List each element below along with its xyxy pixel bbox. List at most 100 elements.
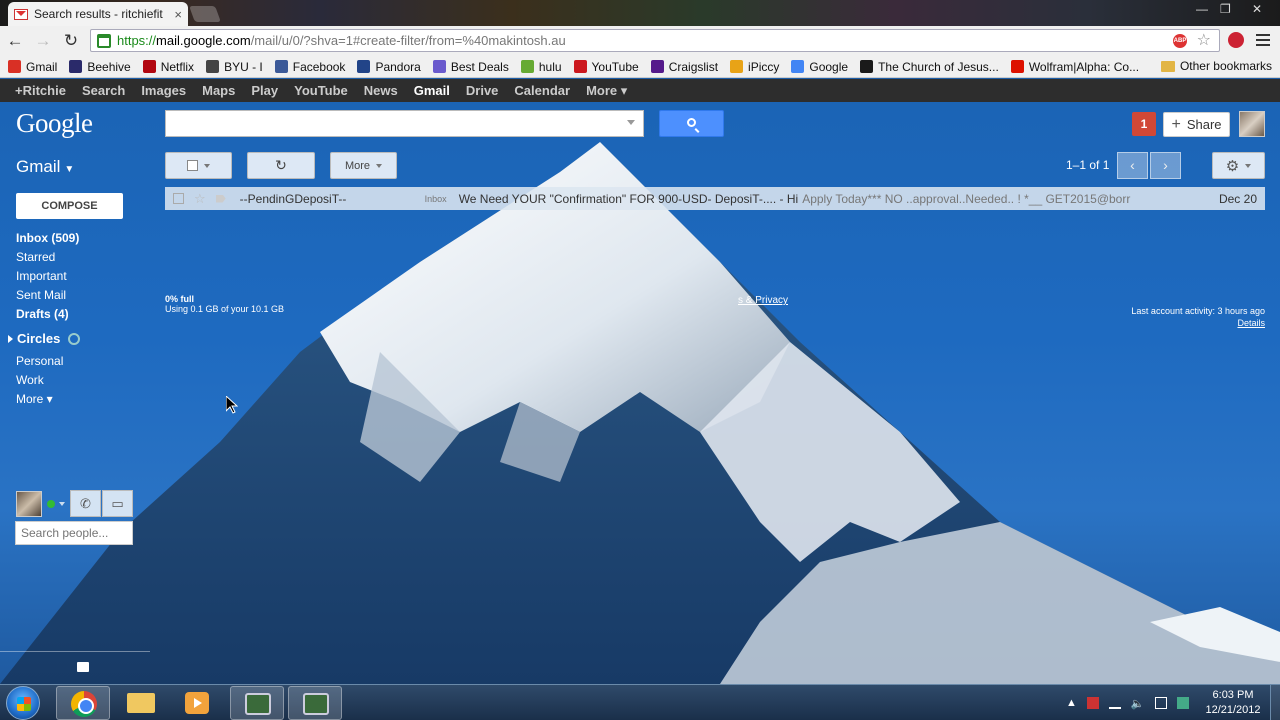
start-button[interactable] xyxy=(6,686,40,720)
circle-item[interactable]: Personal xyxy=(16,354,63,373)
other-bookmarks[interactable]: Other bookmarks xyxy=(1160,59,1272,73)
call-phone-button[interactable]: ✆ xyxy=(70,490,101,517)
volume-icon[interactable]: 🔈 xyxy=(1131,697,1145,710)
maximize-button[interactable]: ❐ xyxy=(1220,2,1231,16)
gbar-item[interactable]: News xyxy=(364,83,398,98)
google-logo[interactable]: Google xyxy=(16,108,93,139)
extension-icon[interactable] xyxy=(1228,32,1244,48)
bookmark-star-icon[interactable]: ☆ xyxy=(1197,30,1211,50)
more-button[interactable]: More xyxy=(330,152,397,179)
circle-item[interactable]: More ▾ xyxy=(16,392,63,411)
network-icon[interactable] xyxy=(1108,697,1121,709)
star-icon[interactable]: ☆ xyxy=(194,191,206,207)
browser-toolbar: ← → ↻ https:// mail.google.com /mail/u/0… xyxy=(0,26,1280,56)
gmail-menu[interactable]: Gmail ▼ xyxy=(16,157,74,177)
chat-avatar[interactable] xyxy=(16,491,42,517)
sidebar-item[interactable]: Starred xyxy=(16,250,79,269)
older-button[interactable]: ‹ xyxy=(1117,152,1148,179)
mail-search-input[interactable] xyxy=(166,111,643,136)
refresh-icon: ↻ xyxy=(275,157,287,173)
mail-label-tag[interactable]: Inbox xyxy=(425,194,447,204)
gbar-item[interactable]: +Ritchie xyxy=(15,83,66,98)
chat-bubble-icon: ▭ xyxy=(111,496,124,511)
sidebar-item[interactable]: Sent Mail xyxy=(16,288,79,307)
bookmark-item[interactable]: Craigslist xyxy=(650,60,718,74)
mail-sender: --PendinGDeposiT-- xyxy=(239,191,347,206)
privacy-link[interactable]: s & Privacy xyxy=(738,295,788,306)
gbar-item[interactable]: Search xyxy=(82,83,125,98)
gbar-item[interactable]: YouTube xyxy=(294,83,348,98)
video-chat-button[interactable]: ▭ xyxy=(102,490,133,517)
adblock-icon[interactable]: ABP xyxy=(1173,34,1187,48)
settings-button[interactable]: ⚙ xyxy=(1212,152,1265,179)
browser-tab[interactable]: Search results - ritchiefit × xyxy=(8,2,188,26)
reload-button[interactable]: ↻ xyxy=(58,28,84,54)
account-avatar[interactable] xyxy=(1239,111,1265,137)
status-caret-icon[interactable] xyxy=(59,502,65,506)
bookmark-item[interactable]: YouTube xyxy=(573,60,639,74)
media-player-icon xyxy=(185,692,209,714)
taskbar-app-1[interactable] xyxy=(230,686,284,720)
forward-button[interactable]: → xyxy=(30,28,56,54)
gbar-item[interactable]: Calendar xyxy=(514,83,570,98)
taskbar-app-2[interactable] xyxy=(288,686,342,720)
minimize-button[interactable]: — xyxy=(1196,2,1208,16)
mail-search-box[interactable] xyxy=(165,110,644,137)
tray-app-icon[interactable] xyxy=(1176,697,1189,709)
search-options-caret-icon[interactable] xyxy=(627,120,635,125)
bookmark-item[interactable]: Gmail xyxy=(8,60,57,74)
bookmark-item[interactable]: The Church of Jesus... xyxy=(860,60,999,74)
compose-button[interactable]: COMPOSE xyxy=(16,193,123,219)
gbar-item[interactable]: More ▾ xyxy=(586,83,627,99)
action-center-icon[interactable] xyxy=(1086,697,1099,709)
people-search-box[interactable] xyxy=(15,521,133,545)
gbar-item[interactable]: Play xyxy=(251,83,278,98)
close-window-button[interactable]: ✕ xyxy=(1252,2,1262,16)
taskbar-explorer[interactable] xyxy=(114,686,168,720)
sidebar-item[interactable]: Inbox (509) xyxy=(16,231,79,250)
bookmark-item[interactable]: Netflix xyxy=(142,59,195,74)
bookmark-item[interactable]: BYU - I xyxy=(206,60,263,74)
share-button[interactable]: + Share xyxy=(1163,112,1230,137)
details-link[interactable]: Details xyxy=(1131,318,1265,328)
tray-expand-icon[interactable]: ▲ xyxy=(1066,697,1077,709)
gbar-item[interactable]: Images xyxy=(141,83,186,98)
bookmark-item[interactable]: Google xyxy=(791,60,848,74)
chat-bubble-icon[interactable] xyxy=(77,662,89,672)
sidebar-item[interactable]: Drafts (4) xyxy=(16,307,79,326)
refresh-button[interactable]: ↻ xyxy=(247,152,315,179)
bookmark-item[interactable]: Pandora xyxy=(357,60,421,74)
chrome-menu-icon[interactable] xyxy=(1256,34,1270,46)
show-desktop-button[interactable] xyxy=(1270,685,1280,720)
power-icon[interactable] xyxy=(1154,697,1167,709)
mail-row[interactable]: ☆ --PendinGDeposiT-- Inbox We Need YOUR "Co… xyxy=(165,187,1265,210)
tab-close-icon[interactable]: × xyxy=(174,7,182,22)
newer-button[interactable]: › xyxy=(1150,152,1181,179)
bookmark-item[interactable]: hulu xyxy=(520,60,562,74)
row-checkbox[interactable] xyxy=(173,193,184,204)
taskbar-media-player[interactable] xyxy=(170,686,224,720)
new-tab-button[interactable] xyxy=(189,6,221,22)
bookmark-item[interactable]: Facebook xyxy=(274,60,345,74)
bookmark-label: Netflix xyxy=(160,59,195,74)
search-button[interactable] xyxy=(659,110,724,137)
sidebar-item[interactable]: Important xyxy=(16,269,79,288)
taskbar-chrome[interactable] xyxy=(56,686,110,720)
bookmark-item[interactable]: iPiccy xyxy=(730,60,779,74)
sidebar-item-circles[interactable]: Circles xyxy=(8,331,81,346)
importance-marker-icon[interactable] xyxy=(215,194,226,203)
people-search-input[interactable] xyxy=(16,522,132,544)
select-checkbox-button[interactable] xyxy=(165,152,232,179)
bookmark-item[interactable]: Best Deals xyxy=(432,60,509,74)
system-clock[interactable]: 6:03 PM 12/21/2012 xyxy=(1200,688,1266,718)
gbar-item[interactable]: Gmail xyxy=(414,83,450,98)
bookmark-item[interactable]: Wolfram|Alpha: Co... xyxy=(1010,59,1140,74)
gbar-item[interactable]: Drive xyxy=(466,83,499,98)
back-button[interactable]: ← xyxy=(2,28,28,54)
address-bar[interactable]: https:// mail.google.com /mail/u/0/?shva… xyxy=(90,29,1220,52)
bookmark-label: Wolfram|Alpha: Co... xyxy=(1028,59,1140,74)
circle-item[interactable]: Work xyxy=(16,373,63,392)
notification-badge[interactable]: 1 xyxy=(1132,112,1156,136)
bookmark-item[interactable]: Beehive xyxy=(69,60,131,74)
gbar-item[interactable]: Maps xyxy=(202,83,235,98)
